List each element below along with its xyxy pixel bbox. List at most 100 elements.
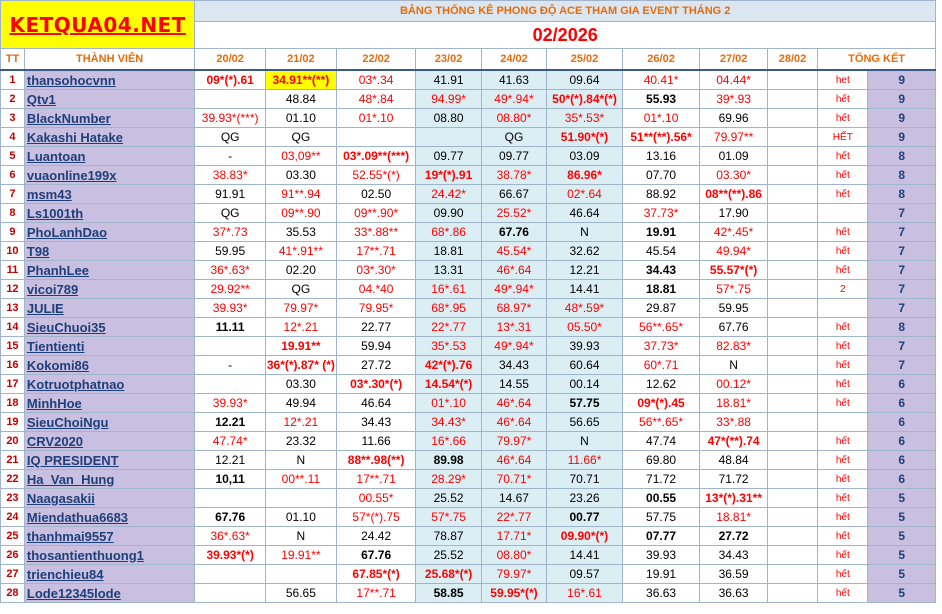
result-cell[interactable]: [766, 507, 819, 527]
result-cell[interactable]: 03,09**: [264, 146, 337, 166]
result-cell[interactable]: 69.80: [621, 450, 701, 470]
result-cell[interactable]: 48.84: [699, 450, 768, 470]
result-cell[interactable]: 18.81*: [699, 393, 768, 413]
result-cell[interactable]: 70.71*: [480, 469, 548, 489]
result-cell[interactable]: 25.68*(*): [415, 564, 482, 584]
result-cell[interactable]: 78.87: [415, 526, 482, 546]
result-cell[interactable]: 55.93: [621, 89, 701, 109]
result-cell[interactable]: 33*.88**: [335, 222, 417, 242]
result-cell[interactable]: [766, 108, 819, 128]
result-cell[interactable]: 60.64: [546, 355, 623, 375]
member-name[interactable]: vuaonline199x: [23, 165, 196, 185]
result-cell[interactable]: 23.32: [264, 431, 337, 451]
result-cell[interactable]: 59.95: [194, 241, 266, 261]
result-cell[interactable]: QG: [264, 279, 337, 299]
result-cell[interactable]: 55.57*(*): [699, 260, 768, 280]
result-cell[interactable]: 00.55: [621, 488, 701, 508]
result-cell[interactable]: [766, 69, 819, 90]
result-cell[interactable]: QG: [194, 203, 266, 223]
result-cell[interactable]: 19.91: [621, 564, 701, 584]
member-name[interactable]: T98: [23, 241, 196, 261]
result-cell[interactable]: 59.95*(*): [480, 583, 548, 603]
result-cell[interactable]: [194, 336, 266, 356]
result-cell[interactable]: 41*.91**: [264, 241, 337, 261]
result-cell[interactable]: 36.63: [621, 583, 701, 603]
result-cell[interactable]: 09.90*(*): [546, 526, 623, 546]
result-cell[interactable]: 28.29*: [415, 469, 482, 489]
result-cell[interactable]: 79.97**: [699, 127, 768, 147]
result-cell[interactable]: 52.55*(*): [335, 165, 417, 185]
result-cell[interactable]: 37*.73: [194, 222, 266, 242]
result-cell[interactable]: 71.72: [699, 469, 768, 489]
result-cell[interactable]: 09.77: [415, 146, 482, 166]
result-cell[interactable]: [194, 564, 266, 584]
result-cell[interactable]: 34.91**(**): [264, 69, 337, 90]
result-cell[interactable]: [766, 279, 819, 299]
result-cell[interactable]: 25.52: [415, 545, 482, 565]
result-cell[interactable]: N: [699, 355, 768, 375]
member-name[interactable]: Tientienti: [23, 336, 196, 356]
result-cell[interactable]: 17**.71: [335, 469, 417, 489]
member-name[interactable]: BlackNumber: [23, 108, 196, 128]
result-cell[interactable]: 09.90: [415, 203, 482, 223]
result-cell[interactable]: 18.81: [621, 279, 701, 299]
result-cell[interactable]: 11.66*: [546, 450, 623, 470]
result-cell[interactable]: 03.09: [546, 146, 623, 166]
result-cell[interactable]: 42*(*).76: [415, 355, 482, 375]
result-cell[interactable]: 56.65: [264, 583, 337, 603]
result-cell[interactable]: 05.50*: [546, 317, 623, 337]
result-cell[interactable]: 33*.88: [699, 412, 768, 432]
result-cell[interactable]: 41.91: [415, 69, 482, 90]
result-cell[interactable]: QG: [264, 127, 337, 147]
result-cell[interactable]: 00**.11: [264, 469, 337, 489]
member-name[interactable]: MinhHoe: [23, 393, 196, 413]
result-cell[interactable]: 57*(*).75: [335, 507, 417, 527]
member-name[interactable]: msm43: [23, 184, 196, 204]
result-cell[interactable]: 03*.30*(*): [335, 374, 417, 394]
result-cell[interactable]: 59.95: [699, 298, 768, 318]
result-cell[interactable]: 00.55*: [335, 488, 417, 508]
result-cell[interactable]: 57.75: [621, 507, 701, 527]
result-cell[interactable]: 02.20: [264, 260, 337, 280]
result-cell[interactable]: 03*.09**(***): [335, 146, 417, 166]
result-cell[interactable]: 16*.61: [415, 279, 482, 299]
result-cell[interactable]: 35*.53: [415, 336, 482, 356]
result-cell[interactable]: 32.62: [546, 241, 623, 261]
result-cell[interactable]: 37.73*: [621, 203, 701, 223]
member-name[interactable]: Kotruotphatnao: [23, 374, 196, 394]
result-cell[interactable]: [264, 564, 337, 584]
result-cell[interactable]: 25.52: [415, 488, 482, 508]
result-cell[interactable]: 19.91: [621, 222, 701, 242]
result-cell[interactable]: 56**.65*: [621, 412, 701, 432]
member-name[interactable]: thanhmai9557: [23, 526, 196, 546]
result-cell[interactable]: 07.70: [621, 165, 701, 185]
result-cell[interactable]: N: [546, 222, 623, 242]
result-cell[interactable]: 12*.21: [264, 317, 337, 337]
result-cell[interactable]: 10,11: [194, 469, 266, 489]
member-name[interactable]: thosantienthuong1: [23, 545, 196, 565]
result-cell[interactable]: [766, 526, 819, 546]
result-cell[interactable]: [766, 146, 819, 166]
result-cell[interactable]: 51.90*(*): [546, 127, 623, 147]
result-cell[interactable]: 19.91**: [264, 336, 337, 356]
result-cell[interactable]: 18.81*: [699, 507, 768, 527]
result-cell[interactable]: 56**.65*: [621, 317, 701, 337]
result-cell[interactable]: 09*(*).61: [194, 69, 266, 90]
result-cell[interactable]: 01*.10: [621, 108, 701, 128]
result-cell[interactable]: 03*.34: [335, 69, 417, 90]
result-cell[interactable]: 88.92: [621, 184, 701, 204]
result-cell[interactable]: 39*.93: [699, 89, 768, 109]
result-cell[interactable]: 46*.64: [480, 412, 548, 432]
result-cell[interactable]: 02*.64: [546, 184, 623, 204]
result-cell[interactable]: 68*.95: [415, 298, 482, 318]
result-cell[interactable]: 29.92**: [194, 279, 266, 299]
result-cell[interactable]: 34.43: [335, 412, 417, 432]
result-cell[interactable]: [766, 374, 819, 394]
result-cell[interactable]: 35.53: [264, 222, 337, 242]
result-cell[interactable]: 79.97*: [264, 298, 337, 318]
result-cell[interactable]: 19*(*).91: [415, 165, 482, 185]
result-cell[interactable]: 11.11: [194, 317, 266, 337]
result-cell[interactable]: 09*(*).45: [621, 393, 701, 413]
result-cell[interactable]: 01*.10: [415, 393, 482, 413]
result-cell[interactable]: [766, 545, 819, 565]
